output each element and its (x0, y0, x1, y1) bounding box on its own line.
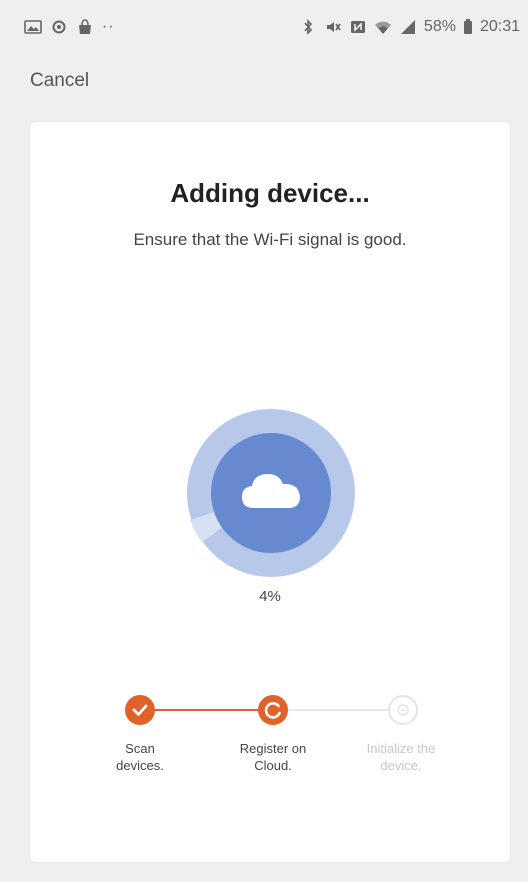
check-icon (132, 704, 148, 716)
cloud-icon (240, 468, 302, 514)
sync-icon (50, 19, 68, 35)
step-scan-label: Scan devices. (80, 740, 200, 774)
store-icon (76, 19, 94, 35)
status-right: 58% 20:31 (299, 18, 520, 36)
step-scan-line1: Scan (125, 741, 155, 756)
status-bar: ·· 58% 20:31 (0, 0, 528, 56)
step-initialize-line1: Initialize the (366, 741, 436, 756)
bluetooth-icon (299, 19, 317, 35)
battery-percentage: 58% (423, 18, 456, 35)
battery-icon (463, 19, 473, 35)
step-scan-indicator (125, 695, 155, 725)
step-register-label: Register on Cloud. (213, 740, 333, 774)
screen: ·· 58% 20:31 Cancel Adding device... Ens… (0, 0, 528, 882)
step-initialize-indicator (388, 695, 418, 725)
clock: 20:31 (479, 18, 520, 35)
step-connector-pending (276, 709, 406, 711)
step-register-line2: Cloud. (254, 758, 292, 773)
wifi-icon (374, 19, 392, 35)
step-initialize-label: Initialize the device. (341, 740, 461, 774)
status-left: ·· (24, 18, 115, 36)
step-scan-line2: devices. (116, 758, 164, 773)
step-register-indicator (258, 695, 288, 725)
cancel-button[interactable]: Cancel (30, 70, 89, 92)
step-connector-done (140, 709, 276, 711)
step-initialize-line2: device. (380, 758, 422, 773)
gallery-icon (24, 19, 42, 35)
nfc-icon (349, 19, 367, 35)
pending-step-icon (397, 704, 409, 716)
loading-spinner-icon (264, 702, 281, 719)
signal-icon (399, 19, 417, 35)
progress-percentage: 4% (259, 588, 281, 605)
wifi-hint: Ensure that the Wi-Fi signal is good. (133, 230, 407, 249)
mute-icon (324, 19, 342, 35)
step-register-line1: Register on (239, 741, 307, 756)
more-notifications: ·· (102, 18, 115, 35)
page-title: Adding device... (170, 178, 370, 208)
adding-device-card: Adding device... Ensure that the Wi-Fi s… (30, 122, 510, 862)
